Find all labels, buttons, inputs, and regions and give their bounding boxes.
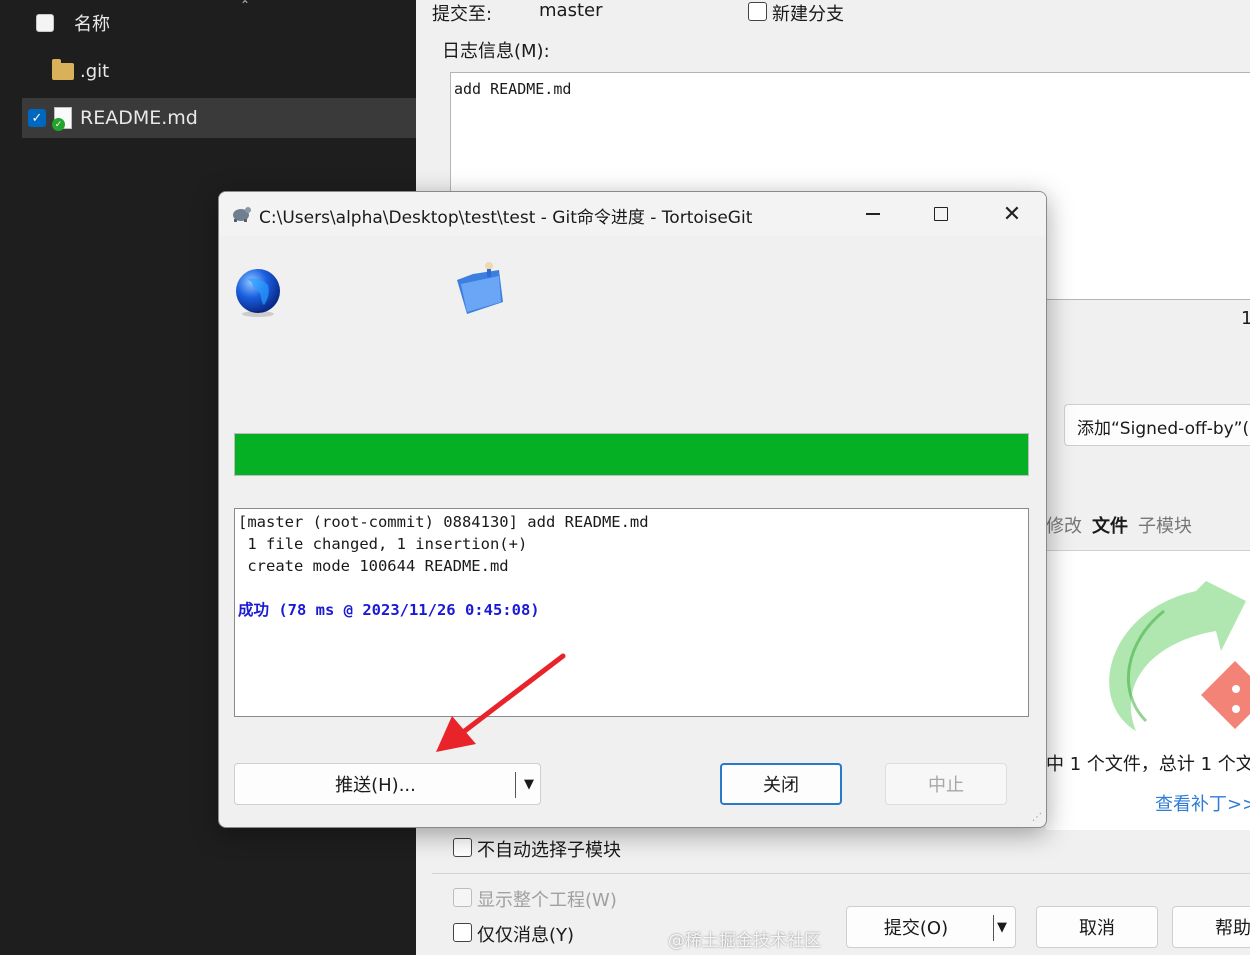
- list-item-readme[interactable]: ✓ ✓ README.md: [28, 107, 198, 131]
- commit-button[interactable]: 提交(O) ▼: [846, 906, 1016, 948]
- commit-button-label: 提交(O): [883, 918, 949, 939]
- new-branch-checkbox[interactable]: [748, 2, 767, 21]
- output-line: 1 file changed, 1 insertion(+): [238, 535, 528, 553]
- globe-icon: [236, 269, 280, 317]
- tab-changes[interactable]: 修改: [1046, 516, 1082, 537]
- dropdown-arrow-icon[interactable]: ▼: [518, 764, 540, 804]
- file-name: .git: [80, 61, 110, 82]
- tab-submodules[interactable]: 子模块: [1138, 516, 1192, 537]
- dropdown-arrow-icon[interactable]: ▼: [997, 920, 1007, 935]
- close-icon: ✕: [1002, 201, 1022, 227]
- explorer-header: 名称: [36, 10, 110, 36]
- tab-files[interactable]: 文件: [1092, 516, 1128, 537]
- push-split-button[interactable]: 推送(H)... ▼: [234, 763, 541, 805]
- divider: [432, 873, 1250, 874]
- split-separator: [993, 915, 994, 941]
- minimize-icon: [866, 213, 880, 215]
- command-output[interactable]: [master (root-commit) 0884130] add READM…: [234, 508, 1029, 717]
- progress-fill: [235, 434, 1028, 475]
- sort-caret-icon: ⌃: [240, 0, 251, 12]
- watermark: @稀土掘金技术社区: [668, 931, 821, 951]
- commit-to-label: 提交至:: [432, 4, 493, 25]
- maximize-button[interactable]: [913, 196, 969, 232]
- output-blank-line: [238, 577, 1025, 599]
- no-auto-submodule-checkbox[interactable]: [453, 838, 472, 857]
- message-only-label: 仅仅消息(Y): [477, 925, 575, 946]
- tortoisegit-app-icon: [233, 207, 251, 222]
- dialog-title: C:\Users\alpha\Desktop\test\test - Git命令…: [259, 208, 753, 228]
- dialog-titlebar[interactable]: C:\Users\alpha\Desktop\test\test - Git命令…: [219, 192, 1046, 236]
- view-patch-link[interactable]: 查看补丁>>: [1155, 790, 1250, 816]
- file-name: README.md: [80, 107, 198, 129]
- commit-tabs: 修改 文件 子模块: [1046, 512, 1250, 538]
- progress-bar: [234, 433, 1029, 476]
- show-whole-project-checkbox[interactable]: [453, 888, 472, 907]
- close-button[interactable]: 关闭: [720, 763, 842, 805]
- folder-target-icon: [457, 262, 503, 314]
- files-panel: [1046, 550, 1250, 830]
- name-column-header[interactable]: 名称: [74, 10, 110, 36]
- no-auto-submodule-label: 不自动选择子模块: [477, 840, 621, 861]
- list-item-git[interactable]: .git: [52, 59, 110, 82]
- split-separator: [515, 772, 516, 798]
- folder-icon: [52, 59, 74, 80]
- message-only-checkbox[interactable]: [453, 923, 472, 942]
- minimize-button[interactable]: [845, 196, 901, 232]
- file-count-status: 中 1 个文件，总计 1 个文: [1046, 754, 1250, 775]
- abort-button[interactable]: 中止: [885, 763, 1007, 805]
- tortoisegit-logo-icon: [1109, 581, 1250, 731]
- output-line: create mode 100644 README.md: [238, 557, 509, 575]
- resize-grip-icon[interactable]: ⋰: [1032, 812, 1042, 823]
- readme-checkbox[interactable]: ✓: [28, 109, 46, 127]
- maximize-icon: [934, 207, 948, 221]
- select-all-checkbox[interactable]: [36, 14, 54, 32]
- output-line: [master (root-commit) 0884130] add READM…: [238, 513, 649, 531]
- branch-name: master: [539, 0, 603, 21]
- show-whole-project-label: 显示整个工程(W): [477, 890, 617, 911]
- help-button[interactable]: 帮助: [1172, 906, 1250, 948]
- push-button[interactable]: 推送(H)...: [235, 764, 516, 804]
- git-progress-dialog: C:\Users\alpha\Desktop\test\test - Git命令…: [218, 191, 1047, 828]
- success-line: 成功 (78 ms @ 2023/11/26 0:45:08): [238, 601, 540, 619]
- cancel-button[interactable]: 取消: [1036, 906, 1158, 948]
- close-window-button[interactable]: ✕: [984, 196, 1040, 232]
- signoff-button[interactable]: 添加“Signed-off-by”(S: [1064, 404, 1250, 446]
- char-counter: 1: [1241, 308, 1250, 329]
- log-message-label: 日志信息(M):: [442, 41, 550, 62]
- new-branch-label: 新建分支: [772, 4, 844, 25]
- file-versioned-icon: ✓: [52, 107, 72, 131]
